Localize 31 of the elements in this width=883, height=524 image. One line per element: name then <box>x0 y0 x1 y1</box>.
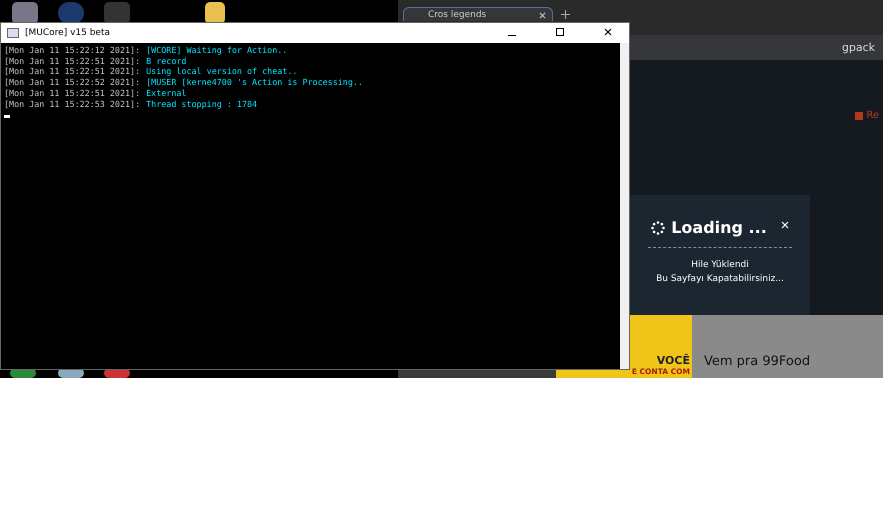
minimize-icon <box>508 35 516 36</box>
log-message: B record <box>146 56 186 66</box>
log-message: Using local version of cheat.. <box>146 66 298 78</box>
console-icon <box>7 28 19 38</box>
browser-tab[interactable]: Cros legends <box>403 7 553 21</box>
log-timestamp: [Mon Jan 11 15:22:52 2021]: <box>4 77 140 88</box>
status-message: Hile Yüklendi <box>691 260 749 270</box>
log-message: External <box>146 88 186 99</box>
spinner-icon <box>651 220 666 234</box>
loading-title: Loading ... <box>671 218 767 237</box>
log-message: [MUSER [kerne4700 's Action is Processing.. <box>146 77 363 88</box>
log-message: [WCORE] Waiting for Action.. <box>146 45 288 56</box>
log-timestamp: [Mon Jan 11 15:22:53 2021]: <box>4 98 140 110</box>
log-timestamp: [Mon Jan 11 15:22:51 2021]: <box>4 56 140 66</box>
window-title: [MUCore] v15 beta <box>25 28 111 38</box>
address-text: gpack <box>842 41 875 54</box>
new-tab-icon[interactable] <box>561 10 570 19</box>
ad-headline: VOCÊ <box>656 354 690 367</box>
close-icon <box>539 12 546 19</box>
maximize-icon <box>556 28 564 36</box>
tab-title: Cros legends <box>428 9 486 21</box>
log-message: Thread stopping : 1784 <box>146 98 258 110</box>
log-timestamp: [Mon Jan 11 15:22:51 2021]: <box>4 66 140 78</box>
flag-icon <box>855 112 864 120</box>
log-timestamp: [Mon Jan 11 15:22:51 2021]: <box>4 88 140 99</box>
text-cursor <box>4 115 10 118</box>
ad-caption: Vem pra 99Food <box>704 354 810 369</box>
close-icon <box>780 221 789 229</box>
status-note: Bu Sayfayı Kapatabilirsiniz... <box>656 274 784 284</box>
close-icon <box>604 28 612 36</box>
log-timestamp: [Mon Jan 11 15:22:12 2021]: <box>4 45 140 56</box>
